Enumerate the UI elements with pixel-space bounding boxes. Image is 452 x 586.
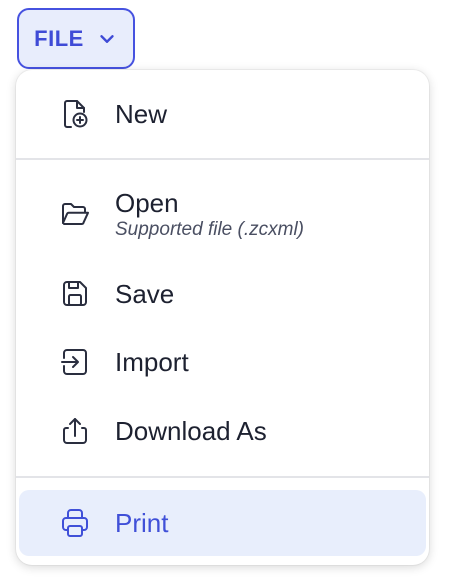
file-menu-button-label: FILE [34,25,84,51]
menu-item-save-text: Save [115,279,174,309]
menu-item-download-as[interactable]: Download As [16,403,429,459]
menu-item-download-as-text: Download As [115,416,267,446]
menu-item-open-sublabel: Supported file (.zcxml) [115,219,305,240]
new-file-icon [58,97,92,131]
menu-item-new[interactable]: New [16,86,429,142]
menu-item-save[interactable]: Save [16,266,429,322]
file-menu-button[interactable]: FILE [17,8,135,69]
save-icon [58,277,92,311]
menu-item-import-label: Import [115,347,189,377]
menu-item-save-label: Save [115,279,175,309]
menu-item-import[interactable]: Import [16,334,429,390]
menu-item-open-text: Open Supported file (.zcxml) [115,188,304,241]
menu-item-import-text: Import [115,347,189,377]
menu-item-print-text: Print [115,508,168,538]
menu-item-open-label: Open [115,188,179,218]
menu-item-print[interactable]: Print [19,490,426,556]
menu-item-download-as-label: Download As [115,416,267,446]
menu-item-open[interactable]: Open Supported file (.zcxml) [16,180,429,248]
printer-icon [58,506,92,540]
menu-item-print-label: Print [115,508,169,538]
menu-item-new-text: New [115,99,167,129]
menu-item-new-label: New [115,99,168,129]
chevron-down-icon [100,34,114,43]
import-icon [58,345,92,379]
menu-divider [16,476,429,478]
file-dropdown-menu: New Open Supported file (.zcxml) Save Im… [16,70,429,565]
download-upload-icon [58,414,92,448]
folder-open-icon [58,197,92,231]
menu-divider [16,158,429,160]
